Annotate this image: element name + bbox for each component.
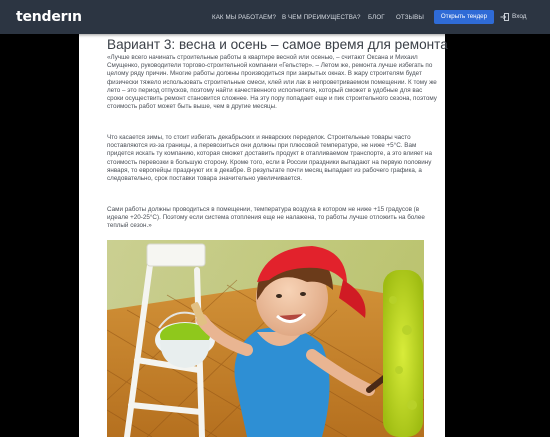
browser-viewport: tenderın КАК МЫ РАБОТАЕМ? В ЧЕМ ПРЕИМУЩЕ…: [0, 0, 550, 437]
nav-reviews[interactable]: ОТЗЫВЫ: [396, 12, 424, 24]
nav-advantages[interactable]: В ЧЕМ ПРЕИМУЩЕСТВА?: [282, 12, 361, 24]
article-title: Вариант 3: весна и осень – самое время д…: [107, 37, 448, 52]
article-paragraph: Сами работы должны проводиться в помещен…: [107, 206, 425, 230]
article-paragraph: «Лучше всего начинать строительные работ…: [107, 54, 437, 111]
login-arrow-icon: [500, 13, 509, 21]
login-label: Вход: [512, 13, 527, 20]
site-header: tenderın КАК МЫ РАБОТАЕМ? В ЧЕМ ПРЕИМУЩЕ…: [0, 0, 550, 34]
nav-how-we-work[interactable]: КАК МЫ РАБОТАЕМ?: [212, 12, 276, 24]
article-page: Вариант 3: весна и осень – самое время д…: [79, 34, 448, 437]
article-photo: [107, 240, 424, 437]
open-tender-button[interactable]: Открыть тендер: [434, 10, 494, 24]
article-paragraph: Что касается зимы, то стоит избегать дек…: [107, 134, 432, 183]
nav-blog[interactable]: БЛОГ: [368, 12, 385, 24]
